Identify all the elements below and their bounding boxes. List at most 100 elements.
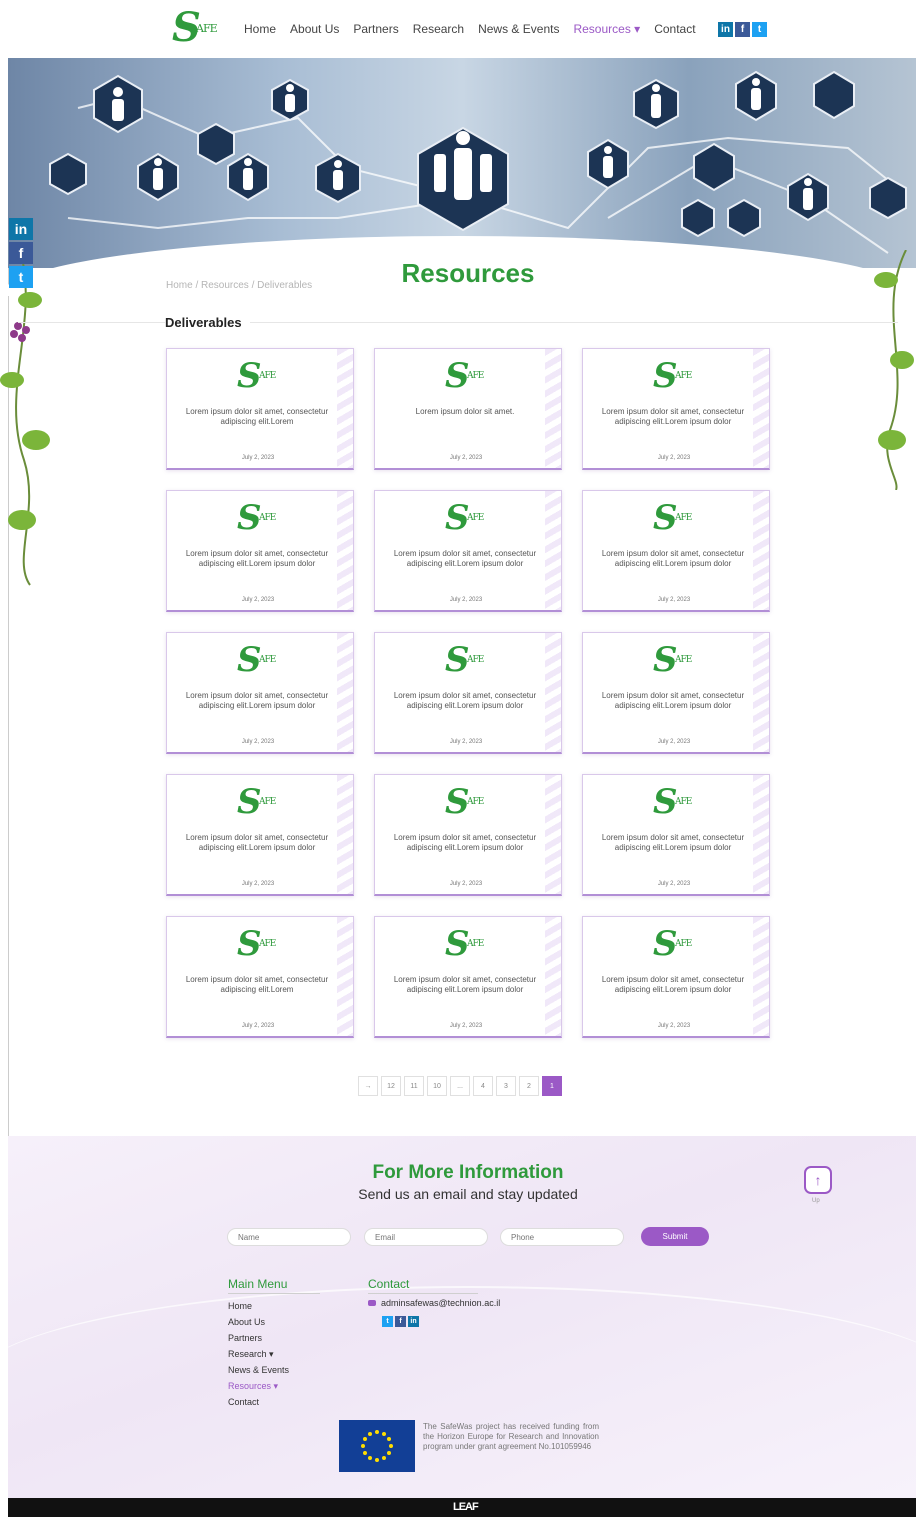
card-logo-letter: S: [237, 640, 262, 680]
linkedin-icon[interactable]: in: [408, 1316, 419, 1327]
card-decoration: [545, 491, 561, 610]
footer-main-menu-title: Main Menu: [228, 1277, 320, 1294]
footer-link-resources[interactable]: Resources ▾: [228, 1378, 289, 1394]
card-logo: S AFE: [445, 782, 497, 825]
card-logo: S AFE: [237, 640, 289, 683]
twitter-icon[interactable]: t: [752, 22, 767, 37]
card-logo-letter: S: [653, 356, 678, 396]
pagination-page[interactable]: 12: [381, 1076, 401, 1096]
deliverable-card[interactable]: S AFE Lorem ipsum dolor sit amet, consecte…: [582, 774, 770, 896]
deliverable-card[interactable]: S AFE Lorem ipsum dolor sit amet, consecte…: [166, 348, 354, 470]
pagination-page[interactable]: 3: [496, 1076, 516, 1096]
card-logo-letter: S: [445, 498, 470, 538]
footer-link-contact[interactable]: Contact: [228, 1394, 289, 1410]
linkedin-icon[interactable]: in: [718, 22, 733, 37]
card-title: Lorem ipsum dolor sit amet, consectetur …: [601, 975, 745, 994]
card-logo-letter: S: [445, 782, 470, 822]
deliverable-card[interactable]: S AFE Lorem ipsum dolor sit amet, consecte…: [166, 916, 354, 1038]
nav-research[interactable]: Research: [413, 22, 464, 36]
card-logo-text: AFE: [467, 371, 484, 381]
card-date: July 2, 2023: [657, 739, 691, 745]
deliverable-card[interactable]: S AFE Lorem ipsum dolor sit amet, consecte…: [166, 490, 354, 612]
deliverable-card[interactable]: S AFE Lorem ipsum dolor sit amet, consecte…: [374, 490, 562, 612]
card-title: Lorem ipsum dolor sit amet, consectetur …: [185, 407, 329, 426]
pagination-page[interactable]: 1: [542, 1076, 562, 1096]
pagination-page[interactable]: 10: [427, 1076, 447, 1096]
card-date: July 2, 2023: [657, 881, 691, 887]
card-decoration: [337, 633, 353, 752]
nav-home[interactable]: Home: [244, 22, 276, 36]
pagination-next[interactable]: →: [358, 1076, 378, 1096]
card-logo-letter: S: [445, 924, 470, 964]
nav-news-events[interactable]: News & Events: [478, 22, 559, 36]
deliverable-card[interactable]: S AFE Lorem ipsum dolor sit amet, consecte…: [582, 632, 770, 754]
nav-resources[interactable]: Resources ▾: [573, 22, 640, 36]
deliverable-card[interactable]: S AFE Lorem ipsum dolor sit amet, consecte…: [582, 916, 770, 1038]
card-title: Lorem ipsum dolor sit amet, consectetur …: [185, 549, 329, 568]
nav-about-us[interactable]: About Us: [290, 22, 339, 36]
name-input[interactable]: [227, 1228, 351, 1246]
eu-flag-icon: [339, 1420, 415, 1472]
card-decoration: [753, 491, 769, 610]
card-logo-text: AFE: [675, 797, 692, 807]
card-logo-text: AFE: [467, 655, 484, 665]
section-divider: [18, 322, 898, 323]
deliverable-card[interactable]: S AFE Lorem ipsum dolor sit amet, consecte…: [166, 774, 354, 896]
facebook-icon[interactable]: f: [395, 1316, 406, 1327]
deliverable-card[interactable]: S AFE Lorem ipsum dolor sit amet, consecte…: [582, 348, 770, 470]
submit-button[interactable]: Submit: [641, 1227, 709, 1246]
linkedin-icon[interactable]: in: [9, 218, 33, 240]
footer-link-partners[interactable]: Partners: [228, 1330, 289, 1346]
deliverable-card[interactable]: S AFE Lorem ipsum dolor sit amet, consecte…: [374, 632, 562, 754]
card-date: July 2, 2023: [449, 739, 483, 745]
footer-title: For More Information: [372, 1162, 564, 1183]
pagination-page[interactable]: 2: [519, 1076, 539, 1096]
card-logo-text: AFE: [259, 371, 276, 381]
card-date: July 2, 2023: [657, 455, 691, 461]
footer-link-home[interactable]: Home: [228, 1298, 289, 1314]
card-title: Lorem ipsum dolor sit amet, consectetur …: [601, 407, 745, 426]
footer-link-about-us[interactable]: About Us: [228, 1314, 289, 1330]
footer-email[interactable]: adminsafewas@technion.ac.il: [368, 1298, 500, 1308]
card-date: July 2, 2023: [449, 597, 483, 603]
email-input[interactable]: [364, 1228, 488, 1246]
mail-icon: [368, 1300, 376, 1306]
card-logo-letter: S: [237, 498, 262, 538]
pagination-page[interactable]: 11: [404, 1076, 424, 1096]
footer-link-research[interactable]: Research ▾: [228, 1346, 289, 1362]
card-logo: S AFE: [445, 498, 497, 541]
card-logo: S AFE: [237, 782, 289, 825]
site-logo[interactable]: S AFE: [170, 4, 222, 51]
footer-wave-decoration: [8, 1286, 916, 1486]
facebook-icon[interactable]: f: [735, 22, 750, 37]
card-date: July 2, 2023: [657, 597, 691, 603]
deliverable-card[interactable]: S AFE Lorem ipsum dolor sit amet, consecte…: [582, 490, 770, 612]
deliverable-card[interactable]: S AFE Lorem ipsum dolor sit amet. July 2, 2…: [374, 348, 562, 470]
nav-partners[interactable]: Partners: [353, 22, 398, 36]
vine-decoration-left: [0, 249, 50, 586]
card-logo: S AFE: [237, 924, 289, 967]
card-logo-letter: S: [237, 356, 262, 396]
card-decoration: [753, 775, 769, 894]
twitter-icon[interactable]: t: [382, 1316, 393, 1327]
pagination-page[interactable]: ...: [450, 1076, 470, 1096]
deliverable-card[interactable]: S AFE Lorem ipsum dolor sit amet, consecte…: [374, 774, 562, 896]
nav-contact[interactable]: Contact: [654, 22, 695, 36]
card-logo-text: AFE: [259, 797, 276, 807]
card-title: Lorem ipsum dolor sit amet, consectetur …: [393, 691, 537, 710]
pagination-page[interactable]: 4: [473, 1076, 493, 1096]
card-decoration: [753, 917, 769, 1036]
scroll-top-button[interactable]: ↑: [804, 1166, 832, 1194]
card-logo-letter: S: [653, 924, 678, 964]
card-logo-text: AFE: [259, 655, 276, 665]
deliverable-card[interactable]: S AFE Lorem ipsum dolor sit amet, consecte…: [374, 916, 562, 1038]
footer-link-news-events[interactable]: News & Events: [228, 1362, 289, 1378]
bottom-logo[interactable]: LEAF: [453, 1501, 479, 1513]
phone-input[interactable]: [500, 1228, 624, 1246]
footer-email-text: adminsafewas@technion.ac.il: [381, 1298, 501, 1308]
funding-notice: The SafeWas project has received funding…: [423, 1422, 599, 1451]
deliverable-card[interactable]: S AFE Lorem ipsum dolor sit amet, consecte…: [166, 632, 354, 754]
card-logo: S AFE: [445, 640, 497, 683]
card-logo-text: AFE: [675, 655, 692, 665]
card-decoration: [545, 775, 561, 894]
